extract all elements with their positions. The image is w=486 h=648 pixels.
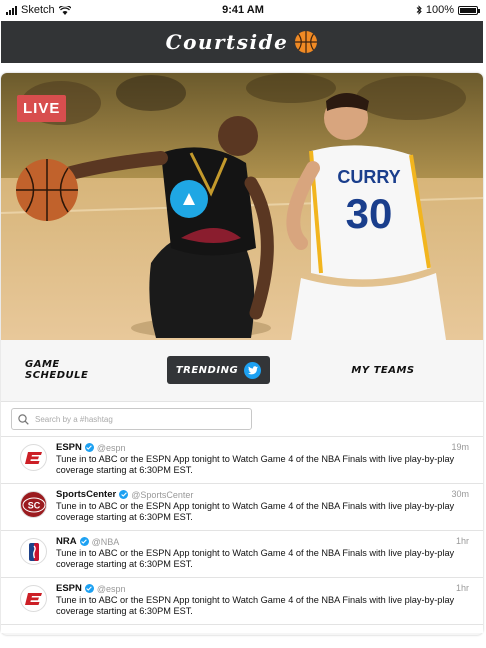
tweet-header: ESPN @espn <box>56 583 126 594</box>
verified-icon <box>79 537 89 546</box>
tweet-text: Tune in to ABC or the ESPN App tonight t… <box>56 501 455 522</box>
verified-icon <box>84 584 94 593</box>
sportscenter-logo-text: SC <box>27 500 40 510</box>
hero-video[interactable]: CURRY 30 LIVE <box>1 73 483 340</box>
tweet-time: 1hr <box>455 536 469 546</box>
tab-label: GAME SCHEDULE <box>25 359 89 381</box>
tweet-item[interactable]: ESPN @espn 19m Tune in to ABC or the ESP… <box>1 437 483 484</box>
twitter-bird-icon <box>244 361 262 379</box>
tab-my-teams[interactable]: MY TEAMS <box>335 356 431 384</box>
tweet-text: Tune in to ABC or the ESPN App tonight t… <box>56 454 455 475</box>
espn-avatar <box>20 444 47 471</box>
jersey-name: CURRY <box>337 167 400 187</box>
tweet-handle[interactable]: @espn <box>97 584 126 594</box>
status-time: 9:41 AM <box>222 4 264 16</box>
live-badge: LIVE <box>17 95 67 122</box>
tweet-time: 19m <box>451 442 469 452</box>
espn-avatar <box>20 585 47 612</box>
tweet-handle[interactable]: @SportsCenter <box>131 490 193 500</box>
tweet-item[interactable]: SC SportsCenter @SportsCenter 30m Tune i… <box>1 484 483 531</box>
battery-icon <box>458 5 480 15</box>
tweet-handle[interactable]: @espn <box>97 443 126 453</box>
tweet-author[interactable]: SportsCenter <box>56 489 116 500</box>
verified-icon <box>119 490 129 499</box>
verified-icon <box>84 443 94 452</box>
tab-label: MY TEAMS <box>351 364 415 376</box>
tweet-author[interactable]: ESPN <box>56 583 82 594</box>
tweet-header: NRA @NBA <box>56 536 119 547</box>
sportscenter-avatar: SC <box>20 491 47 518</box>
search-icon <box>18 413 29 425</box>
tweet-text: Tune in to ABC or the ESPN App tonight t… <box>56 595 455 616</box>
tweet-author[interactable]: ESPN <box>56 442 82 453</box>
play-arrow-icon <box>183 193 195 205</box>
tweet-handle[interactable]: @NBA <box>92 537 120 547</box>
tab-trending[interactable]: TRENDING <box>167 356 270 384</box>
tweet-text: Tune in to ABC or the ESPN App tonight t… <box>56 548 455 569</box>
tweet-time: 1hr <box>455 583 469 593</box>
jersey-number: 30 <box>346 190 393 237</box>
play-button[interactable] <box>170 180 208 218</box>
tweet-author[interactable]: NRA <box>56 536 77 547</box>
tweet-header: SportsCenter @SportsCenter <box>56 489 193 500</box>
tweet-header: ESPN @espn <box>56 442 126 453</box>
tweet-item[interactable]: ESPN @espn 1hr Tune in to ABC or the ESP… <box>1 578 483 625</box>
bluetooth-icon <box>416 5 422 15</box>
tab-label: TRENDING <box>175 364 239 376</box>
nba-avatar <box>20 538 47 565</box>
tweet-feed: ESPN @espn 19m Tune in to ABC or the ESP… <box>1 401 483 633</box>
status-bar: Sketch 9:41 AM 100% <box>0 0 486 20</box>
battery-percent: 100% <box>425 4 454 16</box>
basketball-icon <box>295 31 318 53</box>
app-header: Courtside <box>1 21 483 63</box>
tweet-item[interactable]: NRA @NBA 1hr Tune in to ABC or the ESPN … <box>1 531 483 578</box>
app-title: Courtside <box>165 30 289 54</box>
tab-bar: GAME SCHEDULE TRENDING MY TEAMS <box>1 341 483 395</box>
search-input[interactable] <box>35 414 235 424</box>
tab-game-schedule[interactable]: GAME SCHEDULE <box>25 356 121 384</box>
status-right: 100% <box>416 4 480 16</box>
hero-image: CURRY 30 <box>1 73 483 340</box>
search-box[interactable] <box>11 408 252 430</box>
tweet-time: 30m <box>451 489 469 499</box>
